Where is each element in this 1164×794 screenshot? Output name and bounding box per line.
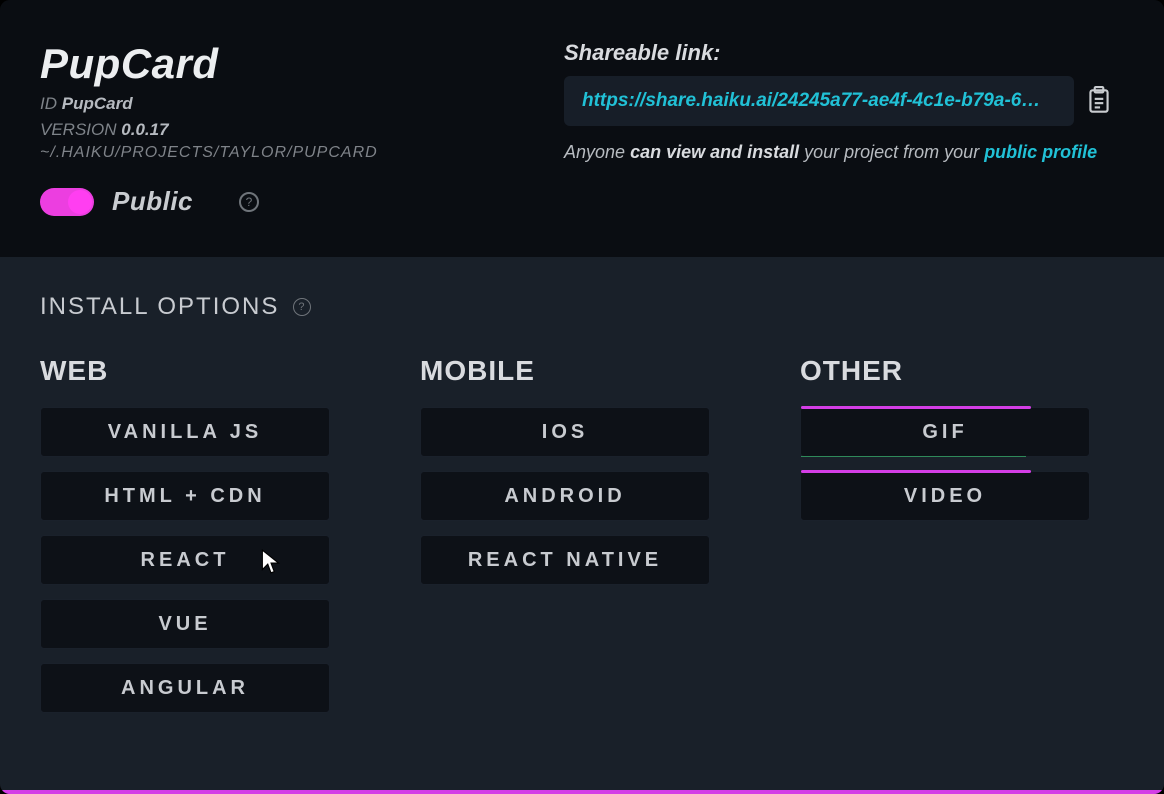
- option-gif[interactable]: GIF: [800, 407, 1090, 457]
- share-desc-em: can view and install: [630, 142, 799, 162]
- copy-link-button[interactable]: [1074, 76, 1124, 126]
- col-title-other: OTHER: [800, 355, 1090, 387]
- option-react[interactable]: REACT: [40, 535, 330, 585]
- bottom-accent-bar: [0, 790, 1164, 794]
- project-title: PupCard: [40, 40, 540, 88]
- option-ios[interactable]: IOS: [420, 407, 710, 457]
- col-title-web: WEB: [40, 355, 330, 387]
- option-html-cdn[interactable]: HTML + CDN: [40, 471, 330, 521]
- install-col-other: OTHER GIF VIDEO: [800, 355, 1090, 727]
- option-vanilla-js[interactable]: VANILLA JS: [40, 407, 330, 457]
- id-value: PupCard: [62, 94, 133, 113]
- visibility-toggle[interactable]: [40, 188, 94, 216]
- install-heading-row: INSTALL OPTIONS ?: [40, 293, 1124, 321]
- project-version-line: VERSION 0.0.17: [40, 120, 540, 140]
- help-icon[interactable]: ?: [239, 192, 259, 212]
- project-info: PupCard ID PupCard VERSION 0.0.17 ~/.HAI…: [40, 40, 540, 217]
- toggle-knob: [68, 190, 92, 214]
- version-value: 0.0.17: [121, 120, 168, 139]
- option-android[interactable]: ANDROID: [420, 471, 710, 521]
- install-panel: INSTALL OPTIONS ? WEB VANILLA JS HTML + …: [0, 257, 1164, 794]
- option-react-native[interactable]: REACT NATIVE: [420, 535, 710, 585]
- share-desc-mid: your project from your: [799, 142, 984, 162]
- install-heading: INSTALL OPTIONS: [40, 293, 279, 321]
- share-link-input[interactable]: https://share.haiku.ai/24245a77-ae4f-4c1…: [564, 76, 1074, 126]
- col-title-mobile: MOBILE: [420, 355, 710, 387]
- public-profile-link[interactable]: public profile: [984, 142, 1097, 162]
- version-label: VERSION: [40, 120, 117, 139]
- clipboard-icon: [1086, 86, 1112, 116]
- project-id-line: ID PupCard: [40, 94, 540, 114]
- install-col-web: WEB VANILLA JS HTML + CDN REACT VUE ANGU…: [40, 355, 330, 727]
- share-panel: Shareable link: https://share.haiku.ai/2…: [564, 40, 1124, 217]
- project-path: ~/.HAIKU/PROJECTS/TAYLOR/PUPCARD: [40, 144, 540, 162]
- share-description: Anyone can view and install your project…: [564, 140, 1124, 164]
- share-link-row: https://share.haiku.ai/24245a77-ae4f-4c1…: [564, 76, 1124, 126]
- visibility-row: Public ?: [40, 186, 540, 217]
- option-angular[interactable]: ANGULAR: [40, 663, 330, 713]
- option-video[interactable]: VIDEO: [800, 471, 1090, 521]
- share-label: Shareable link:: [564, 40, 1124, 66]
- install-col-mobile: MOBILE IOS ANDROID REACT NATIVE: [420, 355, 710, 727]
- help-icon[interactable]: ?: [293, 298, 311, 316]
- id-label: ID: [40, 94, 57, 113]
- option-vue[interactable]: VUE: [40, 599, 330, 649]
- header: PupCard ID PupCard VERSION 0.0.17 ~/.HAI…: [0, 0, 1164, 227]
- install-columns: WEB VANILLA JS HTML + CDN REACT VUE ANGU…: [40, 355, 1124, 727]
- visibility-label: Public: [112, 186, 193, 217]
- app-window: PupCard ID PupCard VERSION 0.0.17 ~/.HAI…: [0, 0, 1164, 794]
- share-desc-prefix: Anyone: [564, 142, 630, 162]
